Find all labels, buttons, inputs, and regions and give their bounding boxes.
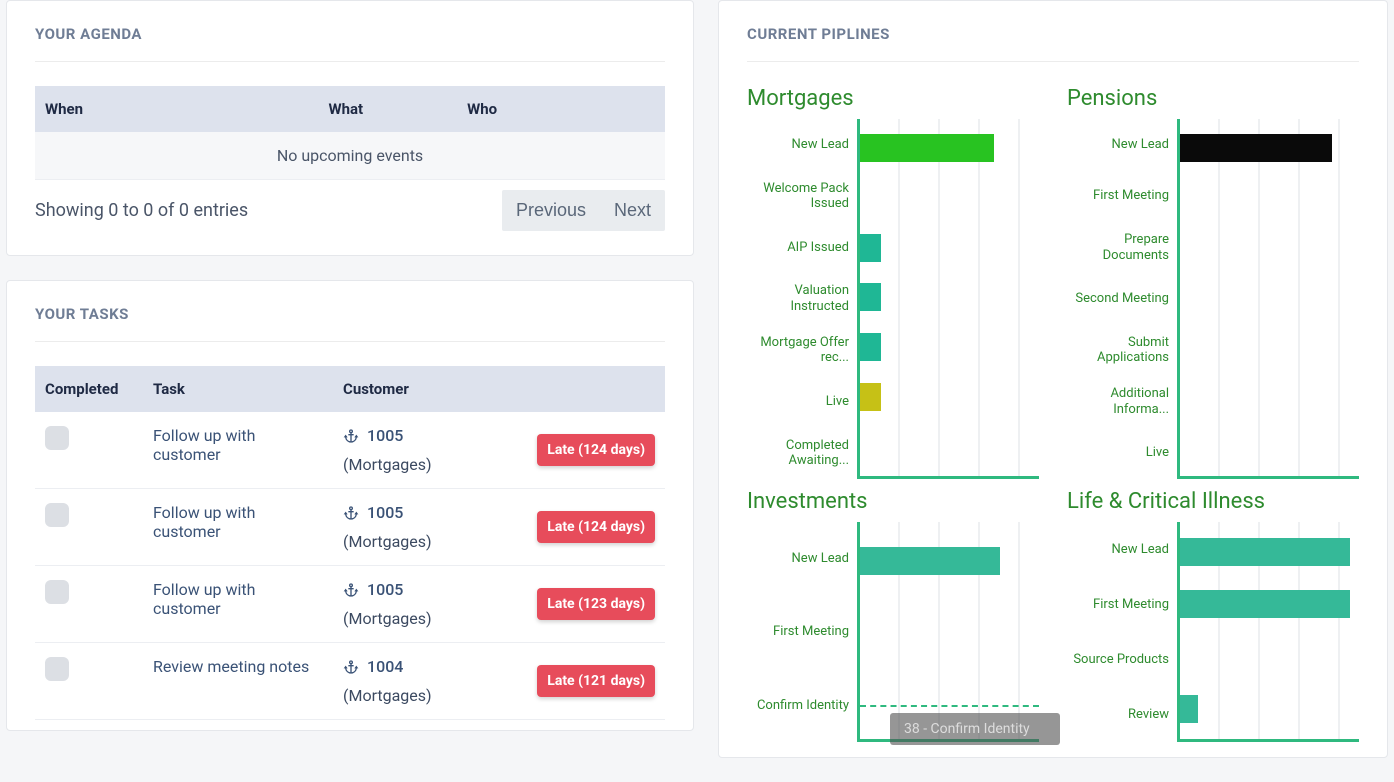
pipeline-bars-area[interactable] (1177, 119, 1359, 479)
pipeline-category-label: Prepare Documents (1067, 229, 1169, 267)
task-complete-checkbox[interactable] (45, 580, 69, 604)
task-customer-link[interactable]: 1005 (343, 426, 505, 445)
tasks-col-customer[interactable]: Customer (333, 366, 515, 412)
pipeline-chart-title: Pensions (1067, 86, 1359, 111)
pipeline-bars-area[interactable] (857, 119, 1039, 479)
task-late-badge: Late (123 days) (537, 588, 655, 620)
task-text[interactable]: Follow up with customer (143, 412, 333, 489)
pipeline-category-label: First Meeting (1067, 586, 1169, 624)
pipeline-category-label: Live (747, 383, 849, 421)
agenda-prev-button[interactable]: Previous (502, 190, 600, 231)
anchor-icon (343, 428, 359, 444)
pipeline-category-label: Mortgage Offer rec... (747, 331, 849, 369)
agenda-next-button[interactable]: Next (600, 190, 665, 231)
pipeline-chart-title: Mortgages (747, 86, 1039, 111)
task-customer-id: 1005 (367, 580, 403, 599)
task-customer-link[interactable]: 1005 (343, 503, 505, 522)
pipeline-chart-title: Investments (747, 489, 1039, 514)
pipeline-category-label: New Lead (1067, 531, 1169, 569)
agenda-title: YOUR AGENDA (35, 25, 665, 62)
tasks-col-task[interactable]: Task (143, 366, 333, 412)
pipeline-category-label: Confirm Identity (747, 686, 849, 724)
task-late-badge: Late (124 days) (537, 434, 655, 466)
pipeline-category-label: Additional Informa... (1067, 383, 1169, 421)
pipeline-tooltip: 38 - Confirm Identity (890, 713, 1060, 745)
pipeline-bar[interactable] (1180, 134, 1332, 162)
pipeline-bar[interactable] (860, 234, 881, 262)
pipeline-bar[interactable] (1180, 590, 1350, 618)
pipeline-chart: Pensions New Lead First Meeting Prepare Doc… (1067, 86, 1359, 479)
pipeline-chart-title: Life & Critical Illness (1067, 489, 1359, 514)
task-customer-category: (Mortgages) (343, 532, 505, 551)
task-row: Review meeting notes 1004 (Mortgages) La… (35, 643, 665, 720)
pipeline-category-label: Source Products (1067, 641, 1169, 679)
pipelines-title: CURRENT PIPLINES (747, 25, 1359, 62)
anchor-icon (343, 505, 359, 521)
agenda-table: When What Who No upcoming events (35, 86, 665, 180)
anchor-icon (343, 582, 359, 598)
pipeline-category-label: Live (1067, 434, 1169, 472)
pipeline-highlight-marker (860, 705, 1039, 707)
pipeline-chart: Life & Critical Illness New Lead First Mee… (1067, 489, 1359, 742)
task-customer-category: (Mortgages) (343, 455, 505, 474)
pipeline-bars-area[interactable]: 38 - Confirm Identity (857, 522, 1039, 742)
task-complete-checkbox[interactable] (45, 426, 69, 450)
pipeline-category-label: Welcome Pack Issued (747, 177, 849, 215)
task-complete-checkbox[interactable] (45, 503, 69, 527)
anchor-icon (343, 659, 359, 675)
task-late-badge: Late (124 days) (537, 511, 655, 543)
agenda-empty-row: No upcoming events (35, 132, 665, 180)
task-customer-id: 1004 (367, 657, 403, 676)
pipeline-bar[interactable] (860, 134, 994, 162)
pipeline-bar[interactable] (860, 383, 881, 411)
tasks-title: YOUR TASKS (35, 305, 665, 342)
task-customer-id: 1005 (367, 426, 403, 445)
pipeline-bar[interactable] (860, 333, 881, 361)
task-customer-id: 1005 (367, 503, 403, 522)
task-customer-link[interactable]: 1005 (343, 580, 505, 599)
task-text[interactable]: Follow up with customer (143, 566, 333, 643)
pipeline-category-label: AIP Issued (747, 229, 849, 267)
tasks-table: Completed Task Customer Follow up with c… (35, 366, 665, 720)
pipeline-category-label: First Meeting (747, 613, 849, 651)
agenda-entries-text: Showing 0 to 0 of 0 entries (35, 200, 248, 221)
task-text[interactable]: Follow up with customer (143, 489, 333, 566)
pipeline-bar[interactable] (1180, 695, 1198, 723)
pipeline-category-label: Second Meeting (1067, 280, 1169, 318)
pipeline-bars-area[interactable] (1177, 522, 1359, 742)
agenda-empty-text: No upcoming events (35, 132, 665, 180)
task-customer-category: (Mortgages) (343, 686, 505, 705)
pipeline-category-label: First Meeting (1067, 177, 1169, 215)
pipeline-chart: Mortgages New Lead Welcome Pack Issued AIP … (747, 86, 1039, 479)
pipeline-chart: Investments New Lead First Meeting Confirm … (747, 489, 1039, 742)
agenda-col-when[interactable]: When (35, 86, 319, 132)
agenda-pager: Previous Next (502, 190, 665, 231)
task-row: Follow up with customer 1005 (Mortgages)… (35, 489, 665, 566)
tasks-col-completed[interactable]: Completed (35, 366, 143, 412)
tasks-card: YOUR TASKS Completed Task Customer Follo… (6, 280, 694, 731)
pipeline-category-label: New Lead (747, 540, 849, 578)
pipeline-category-label: Review (1067, 696, 1169, 734)
agenda-col-what[interactable]: What (319, 86, 458, 132)
pipelines-card: CURRENT PIPLINES Mortgages New Lead Welcom… (718, 0, 1388, 758)
task-customer-link[interactable]: 1004 (343, 657, 505, 676)
pipeline-category-label: Completed Awaiting... (747, 434, 849, 472)
pipeline-category-label: New Lead (747, 126, 849, 164)
task-text[interactable]: Review meeting notes (143, 643, 333, 720)
task-complete-checkbox[interactable] (45, 657, 69, 681)
task-customer-category: (Mortgages) (343, 609, 505, 628)
tasks-col-status (515, 366, 665, 412)
pipeline-bar[interactable] (1180, 538, 1350, 566)
task-row: Follow up with customer 1005 (Mortgages)… (35, 412, 665, 489)
pipeline-category-label: New Lead (1067, 126, 1169, 164)
task-late-badge: Late (121 days) (537, 665, 655, 697)
pipeline-bar[interactable] (860, 547, 1000, 575)
agenda-card: YOUR AGENDA When What Who No upcoming ev… (6, 0, 694, 256)
pipeline-category-label: Valuation Instructed (747, 280, 849, 318)
agenda-col-who[interactable]: Who (457, 86, 665, 132)
task-row: Follow up with customer 1005 (Mortgages)… (35, 566, 665, 643)
pipeline-bar[interactable] (860, 283, 881, 311)
pipeline-category-label: Submit Applications (1067, 331, 1169, 369)
